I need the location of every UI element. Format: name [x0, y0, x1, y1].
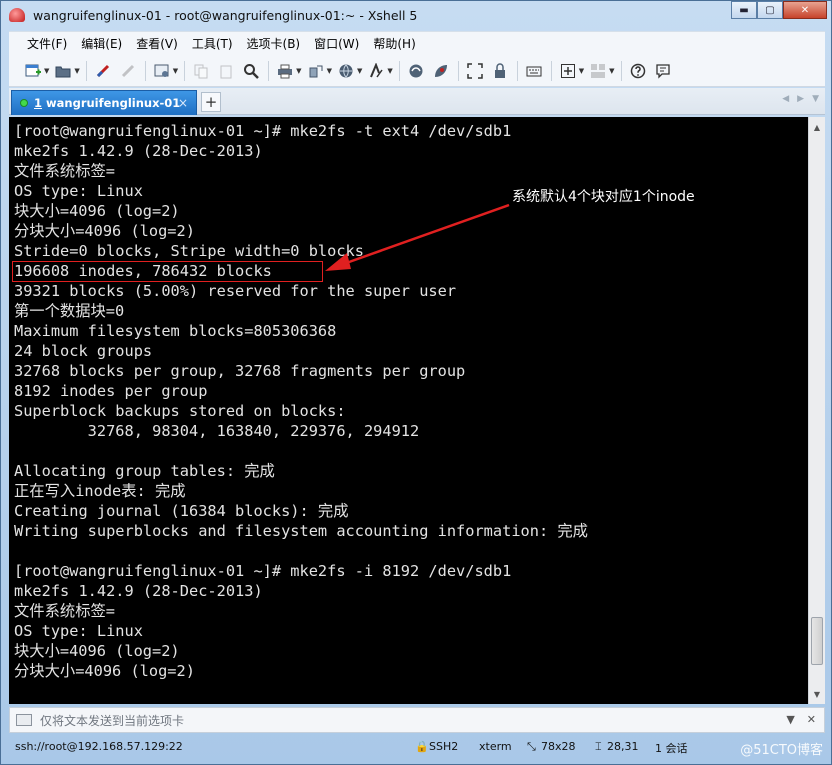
- menu-window[interactable]: 窗口(W): [314, 35, 359, 52]
- xftp-icon[interactable]: [406, 61, 426, 81]
- menu-tools[interactable]: 工具(T): [192, 35, 233, 52]
- status-sessions: 1 会话: [655, 742, 688, 755]
- status-cursor: 28,31: [607, 740, 639, 753]
- toolbar-divider: [184, 60, 186, 81]
- tab-prev-icon[interactable]: ◀: [782, 94, 789, 104]
- paste-icon[interactable]: [216, 61, 236, 81]
- fullscreen-icon[interactable]: [465, 61, 485, 81]
- scroll-down-icon[interactable]: ▼: [809, 686, 825, 702]
- properties-icon[interactable]: [152, 61, 172, 81]
- title-bar[interactable]: wangruifenglinux-01 - root@wangruifengli…: [1, 1, 831, 29]
- globe-icon[interactable]: [336, 61, 356, 81]
- toolbar-divider: [550, 60, 552, 81]
- status-terminal-type: xterm: [479, 740, 512, 753]
- window-controls: ▬ ▢ ✕: [731, 1, 827, 19]
- tab-list-icon[interactable]: ▼: [812, 94, 819, 104]
- status-protocol: SSH2: [429, 740, 459, 753]
- tab-label: wangruifenglinux-01: [46, 96, 181, 110]
- properties-dropdown-icon[interactable]: ▼: [173, 67, 178, 75]
- toolbar-divider: [398, 60, 400, 81]
- xshell-app-icon: [9, 8, 25, 22]
- maximize-button[interactable]: ▢: [757, 1, 783, 19]
- tab-close-icon[interactable]: ×: [178, 96, 188, 110]
- add-dropdown-icon[interactable]: ▼: [579, 67, 584, 75]
- layout-icon[interactable]: [588, 61, 608, 81]
- reconnect-icon[interactable]: [93, 61, 113, 81]
- toolbar: ▼ ▼ ▼ ▼ ▼ ▼ ▼ ▼ ▼: [9, 55, 825, 87]
- tab-session-1[interactable]: 1 wangruifenglinux-01 ×: [11, 90, 197, 115]
- tab-next-icon[interactable]: ▶: [797, 94, 804, 104]
- terminal-output[interactable]: [root@wangruifenglinux-01 ~]# mke2fs -t …: [9, 117, 808, 704]
- menu-tab[interactable]: 选项卡(B): [247, 35, 301, 52]
- connected-status-icon: [20, 99, 28, 107]
- scrollbar-thumb[interactable]: [811, 617, 823, 665]
- compose-bar[interactable]: 仅将文本发送到当前选项卡 ▼ ✕: [9, 707, 825, 733]
- toolbar-divider: [144, 60, 146, 81]
- toolbar-divider: [85, 60, 87, 81]
- compose-menu-icon[interactable]: ▼: [786, 713, 794, 726]
- compose-controls: ▼ ✕: [786, 713, 816, 726]
- transfer-dropdown-icon[interactable]: ▼: [327, 67, 332, 75]
- tab-navigation: ◀ ▶ ▼: [782, 94, 819, 104]
- keyboard-icon[interactable]: [524, 61, 544, 81]
- find-icon[interactable]: [241, 61, 261, 81]
- globe-dropdown-icon[interactable]: ▼: [357, 67, 362, 75]
- open-folder-icon[interactable]: [53, 61, 73, 81]
- add-icon[interactable]: [558, 61, 578, 81]
- menu-view[interactable]: 查看(V): [136, 35, 178, 52]
- chat-icon[interactable]: [653, 61, 673, 81]
- window-title: wangruifenglinux-01 - root@wangruifengli…: [33, 7, 418, 23]
- annotation-label: 系统默认4个块对应1个inode: [512, 189, 695, 205]
- toolbar-divider: [620, 60, 622, 81]
- minimize-button[interactable]: ▬: [731, 1, 757, 19]
- terminal-scrollbar[interactable]: ▲ ▼: [808, 117, 825, 704]
- transfer-icon[interactable]: [306, 61, 326, 81]
- compose-keyboard-icon: [16, 714, 32, 726]
- disconnect-icon[interactable]: [118, 61, 138, 81]
- xshell-window: wangruifenglinux-01 - root@wangruifengli…: [0, 0, 832, 765]
- toolbar-divider: [516, 60, 518, 81]
- menu-edit[interactable]: 编辑(E): [81, 35, 122, 52]
- help-icon[interactable]: [628, 61, 648, 81]
- status-size-icon: ⤡: [527, 740, 536, 753]
- copy-icon[interactable]: [191, 61, 211, 81]
- menu-file[interactable]: 文件(F): [27, 35, 67, 52]
- tab-number: 1: [34, 96, 43, 110]
- status-cursor-icon: ⌶: [595, 740, 602, 753]
- compose-close-icon[interactable]: ✕: [807, 713, 816, 726]
- font-icon[interactable]: [366, 61, 386, 81]
- print-icon[interactable]: [275, 61, 295, 81]
- status-size: 78x28: [541, 740, 576, 753]
- xmanager-icon[interactable]: [431, 61, 451, 81]
- lock-icon[interactable]: [490, 61, 510, 81]
- font-dropdown-icon[interactable]: ▼: [387, 67, 392, 75]
- tab-bar: 1 wangruifenglinux-01 × + ◀ ▶ ▼: [9, 88, 825, 115]
- print-dropdown-icon[interactable]: ▼: [296, 67, 301, 75]
- watermark: @51CTO博客: [740, 743, 823, 758]
- new-tab-button[interactable]: +: [201, 92, 221, 112]
- compose-input[interactable]: 仅将文本发送到当前选项卡: [40, 712, 184, 729]
- status-lock-icon: 🔒: [415, 740, 429, 753]
- menu-help[interactable]: 帮助(H): [373, 35, 415, 52]
- menu-bar: 文件(F) 编辑(E) 查看(V) 工具(T) 选项卡(B) 窗口(W) 帮助(…: [9, 31, 825, 55]
- toolbar-divider: [457, 60, 459, 81]
- new-session-icon[interactable]: [23, 61, 43, 81]
- status-connection: ssh://root@192.168.57.129:22: [15, 740, 183, 753]
- scroll-up-icon[interactable]: ▲: [809, 119, 825, 135]
- status-bar: ssh://root@192.168.57.129:22 🔒 SSH2 xter…: [9, 736, 825, 758]
- open-dropdown-icon[interactable]: ▼: [74, 67, 79, 75]
- layout-dropdown-icon[interactable]: ▼: [609, 67, 614, 75]
- close-window-button[interactable]: ✕: [783, 1, 827, 19]
- toolbar-divider: [268, 60, 270, 81]
- new-session-dropdown-icon[interactable]: ▼: [44, 67, 49, 75]
